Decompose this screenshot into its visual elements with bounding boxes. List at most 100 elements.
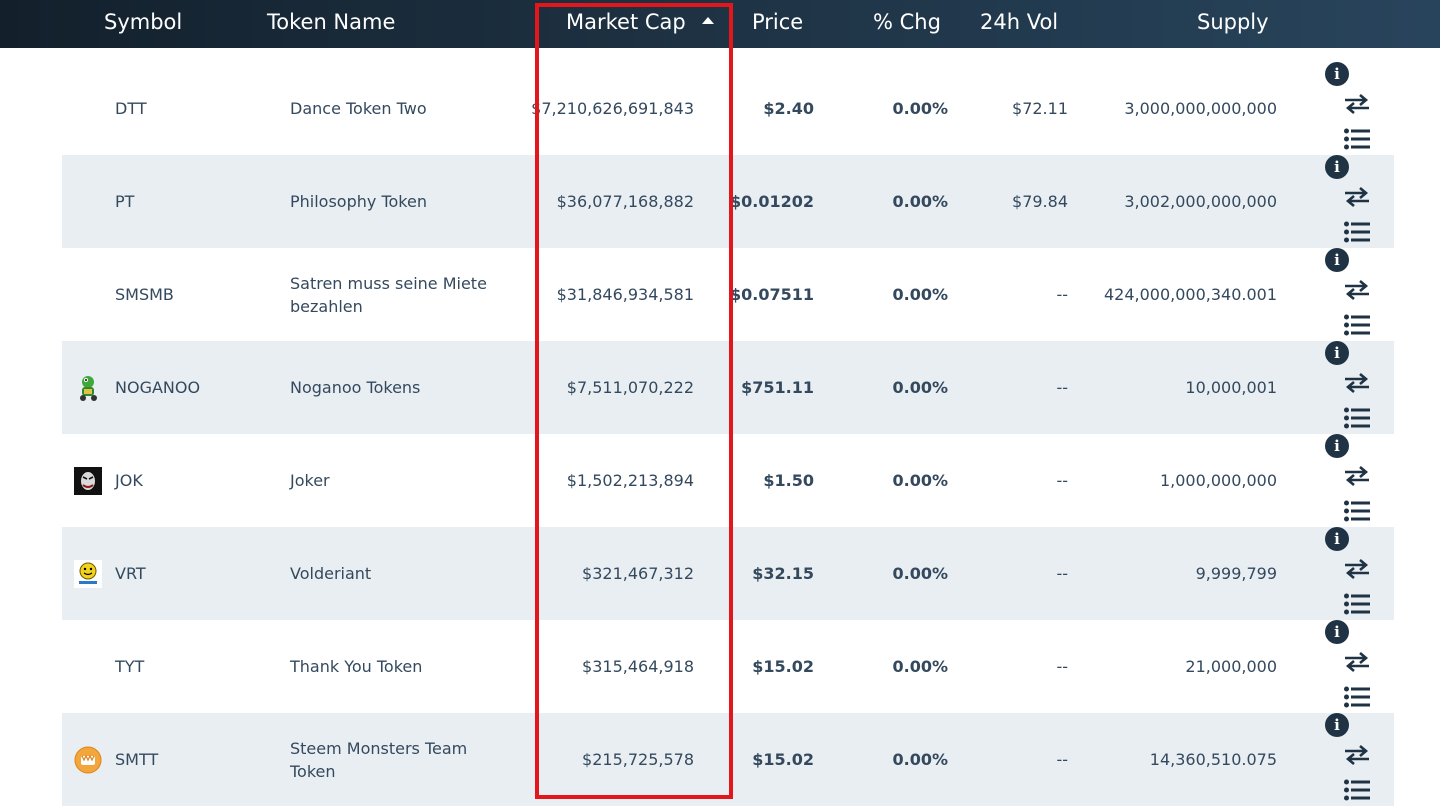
token-logo-cell bbox=[74, 527, 102, 620]
token-logo-cell bbox=[74, 620, 102, 713]
token-pct-chg: 0.00% bbox=[892, 471, 948, 490]
token-24h-vol: -- bbox=[1056, 750, 1068, 769]
info-icon[interactable]: i bbox=[1325, 527, 1349, 551]
table-header: Symbol Token Name Market Cap Price % Chg… bbox=[0, 0, 1440, 48]
token-pct-chg: 0.00% bbox=[892, 750, 948, 769]
token-price: $751.11 bbox=[741, 378, 814, 397]
swap-arrows-icon[interactable] bbox=[1344, 187, 1370, 207]
header-symbol[interactable]: Symbol bbox=[104, 0, 182, 48]
swap-arrows-icon[interactable] bbox=[1344, 652, 1370, 672]
token-symbol: DTT bbox=[115, 99, 147, 118]
row-actions: i bbox=[1324, 713, 1370, 806]
table-row: PT Philosophy Token $36,077,168,882 $0.0… bbox=[62, 155, 1394, 248]
token-logo-cell bbox=[74, 62, 102, 155]
swap-arrows-icon[interactable] bbox=[1344, 373, 1370, 393]
token-supply: 9,999,799 bbox=[1195, 564, 1277, 583]
header-token-name[interactable]: Token Name bbox=[267, 0, 395, 48]
token-logo-cell bbox=[74, 248, 102, 341]
token-name: Satren muss seine Miete bezahlen bbox=[290, 273, 487, 316]
token-name: Volderiant bbox=[290, 564, 372, 583]
token-market-cap: $321,467,312 bbox=[582, 564, 694, 583]
token-logo-cell bbox=[74, 341, 102, 434]
token-symbol: JOK bbox=[115, 471, 143, 490]
info-icon[interactable]: i bbox=[1325, 248, 1349, 272]
info-icon[interactable]: i bbox=[1325, 341, 1349, 365]
token-price: $0.01202 bbox=[729, 192, 814, 211]
caret-up-icon[interactable] bbox=[701, 16, 714, 24]
token-24h-vol: -- bbox=[1056, 657, 1068, 676]
token-market-cap: $215,725,578 bbox=[582, 750, 694, 769]
swap-arrows-icon[interactable] bbox=[1344, 94, 1370, 114]
info-icon[interactable]: i bbox=[1325, 155, 1349, 179]
list-icon[interactable] bbox=[1344, 779, 1370, 801]
list-icon[interactable] bbox=[1344, 407, 1370, 429]
list-icon[interactable] bbox=[1344, 500, 1370, 522]
token-supply: 1,000,000,000 bbox=[1159, 471, 1277, 490]
list-icon[interactable] bbox=[1344, 221, 1370, 243]
swap-arrows-icon[interactable] bbox=[1344, 280, 1370, 300]
token-24h-vol: -- bbox=[1056, 564, 1068, 583]
token-symbol: PT bbox=[115, 192, 135, 211]
header-market-cap[interactable]: Market Cap bbox=[566, 0, 714, 48]
swap-arrows-icon[interactable] bbox=[1344, 559, 1370, 579]
token-supply: 14,360,510.075 bbox=[1149, 750, 1277, 769]
token-price: $32.15 bbox=[752, 564, 814, 583]
row-actions: i bbox=[1324, 248, 1370, 341]
header-supply[interactable]: Supply bbox=[1197, 0, 1269, 48]
token-symbol: SMTT bbox=[115, 750, 159, 769]
token-pct-chg: 0.00% bbox=[892, 285, 948, 304]
info-icon[interactable]: i bbox=[1325, 620, 1349, 644]
token-name: Thank You Token bbox=[290, 657, 423, 676]
header-24h-vol[interactable]: 24h Vol bbox=[980, 0, 1058, 48]
joker-logo-icon bbox=[74, 466, 102, 495]
table-row: SMSMB Satren muss seine Miete bezahlen $… bbox=[62, 248, 1394, 341]
monster-logo-icon bbox=[74, 746, 102, 773]
token-market-cap: $315,464,918 bbox=[582, 657, 694, 676]
info-icon[interactable]: i bbox=[1325, 434, 1349, 458]
token-price: $1.50 bbox=[763, 471, 814, 490]
row-actions: i bbox=[1324, 341, 1370, 434]
list-icon[interactable] bbox=[1344, 128, 1370, 150]
swap-arrows-icon[interactable] bbox=[1344, 466, 1370, 486]
token-supply: 3,002,000,000,000 bbox=[1124, 192, 1277, 211]
token-logo-empty bbox=[74, 95, 102, 123]
token-logo-cell bbox=[74, 434, 102, 527]
token-supply: 10,000,001 bbox=[1185, 378, 1277, 397]
list-icon[interactable] bbox=[1344, 593, 1370, 615]
table-row: NOGANOO Noganoo Tokens $7,511,070,222 $7… bbox=[62, 341, 1394, 434]
token-24h-vol: $72.11 bbox=[1012, 99, 1068, 118]
info-icon[interactable]: i bbox=[1325, 62, 1349, 86]
row-actions: i bbox=[1324, 527, 1370, 620]
swap-arrows-icon[interactable] bbox=[1344, 745, 1370, 765]
row-actions: i bbox=[1324, 620, 1370, 713]
token-market-cap: $1,502,213,894 bbox=[566, 471, 694, 490]
row-actions: i bbox=[1324, 62, 1370, 155]
token-symbol: VRT bbox=[115, 564, 146, 583]
token-logo-cell bbox=[74, 155, 102, 248]
smiley-logo-icon bbox=[74, 559, 102, 588]
list-icon[interactable] bbox=[1344, 314, 1370, 336]
token-24h-vol: $79.84 bbox=[1012, 192, 1068, 211]
table-row: TYT Thank You Token $315,464,918 $15.02 … bbox=[62, 620, 1394, 713]
table-row: SMTT Steem Monsters Team Token $215,725,… bbox=[62, 713, 1394, 806]
list-icon[interactable] bbox=[1344, 686, 1370, 708]
token-supply: 21,000,000 bbox=[1185, 657, 1277, 676]
token-name: Dance Token Two bbox=[290, 99, 427, 118]
token-supply: 3,000,000,000,000 bbox=[1124, 99, 1277, 118]
token-supply: 424,000,000,340.001 bbox=[1103, 285, 1277, 304]
header-pct-chg[interactable]: % Chg bbox=[873, 0, 941, 48]
info-icon[interactable]: i bbox=[1325, 713, 1349, 737]
token-market-cap: $7,210,626,691,843 bbox=[531, 99, 694, 118]
token-table: DTT Dance Token Two $7,210,626,691,843 $… bbox=[62, 62, 1394, 806]
token-price: $15.02 bbox=[752, 750, 814, 769]
token-name: Noganoo Tokens bbox=[290, 378, 421, 397]
token-name: Philosophy Token bbox=[290, 192, 427, 211]
token-name: Joker bbox=[290, 471, 330, 490]
token-24h-vol: -- bbox=[1056, 378, 1068, 397]
token-pct-chg: 0.00% bbox=[892, 192, 948, 211]
token-24h-vol: -- bbox=[1056, 285, 1068, 304]
token-24h-vol: -- bbox=[1056, 471, 1068, 490]
token-logo-empty bbox=[74, 188, 102, 216]
header-price[interactable]: Price bbox=[752, 0, 803, 48]
table-row: DTT Dance Token Two $7,210,626,691,843 $… bbox=[62, 62, 1394, 155]
